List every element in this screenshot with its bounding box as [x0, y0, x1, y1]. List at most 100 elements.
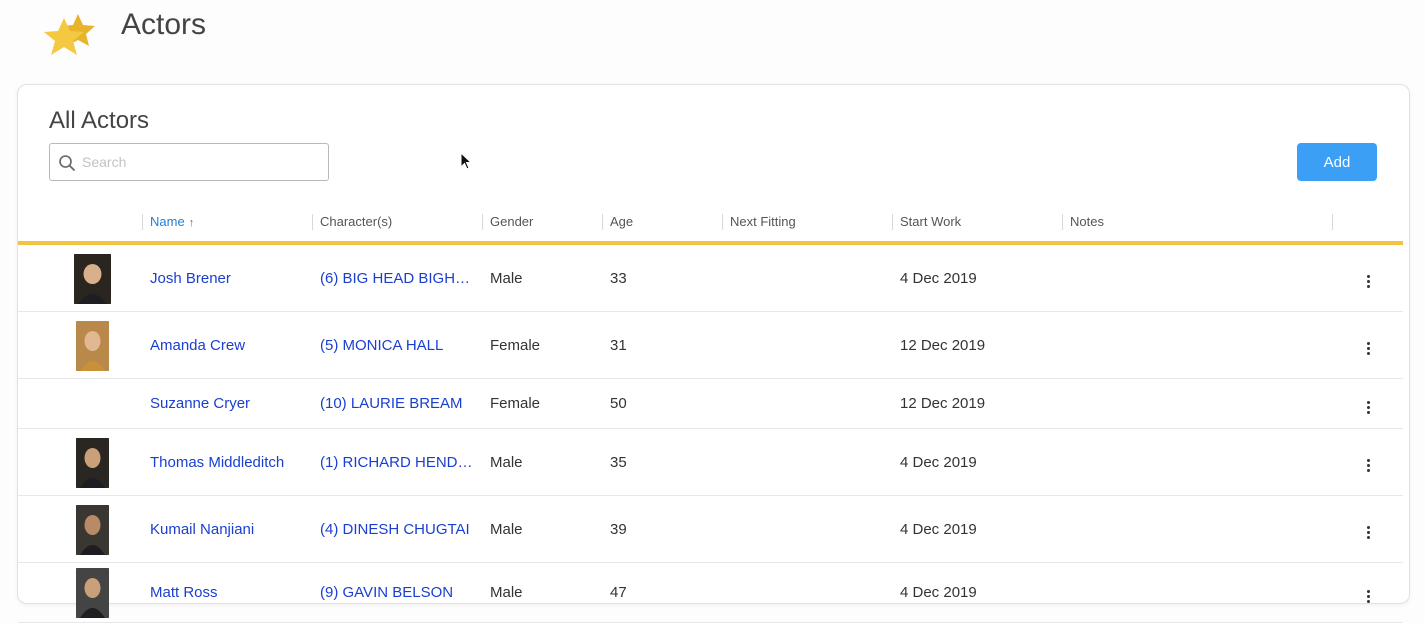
actor-name-cell: Thomas Middleditch: [150, 429, 310, 495]
gender-cell: Female: [490, 336, 541, 354]
card-title: All Actors: [49, 107, 150, 134]
avatar: [76, 504, 109, 555]
actor-name-link[interactable]: Josh Brener: [150, 270, 310, 287]
start-work-cell: 12 Dec 2019: [900, 395, 986, 412]
column-label: Gender: [490, 214, 534, 229]
start-work-cell: 12 Dec 2019: [900, 379, 1060, 428]
column-header-start-work[interactable]: Start Work: [892, 203, 1062, 241]
character-cell: (5) MONICA HALL: [320, 312, 480, 378]
actor-name-link[interactable]: Kumail Nanjiani: [150, 521, 310, 538]
actor-name-link[interactable]: Thomas Middleditch: [150, 454, 310, 471]
age-cell: 50: [610, 379, 720, 428]
column-label: Name: [150, 214, 185, 229]
next-fitting-cell: [730, 429, 890, 495]
more-options-icon[interactable]: [1358, 272, 1378, 292]
page-title: Actors: [121, 8, 207, 41]
gender-cell: Female: [490, 312, 600, 378]
actor-name-link[interactable]: Amanda Crew: [150, 337, 310, 354]
star-icon: [40, 12, 100, 62]
age-cell: 35: [610, 429, 720, 495]
gender-cell: Male: [490, 563, 600, 622]
gender-cell: Female: [490, 379, 600, 428]
table-row[interactable]: Josh Brener (6) BIG HEAD BIGHETTI Male 33 4 …: [18, 245, 1403, 312]
column-label: Next Fitting: [730, 214, 796, 229]
column-label: Notes: [1070, 214, 1104, 229]
more-options-icon[interactable]: [1358, 339, 1378, 359]
add-button[interactable]: Add: [1297, 143, 1377, 181]
more-options-icon[interactable]: [1358, 456, 1378, 476]
gender-cell: Male: [490, 453, 523, 471]
character-link[interactable]: (5) MONICA HALL: [320, 337, 480, 354]
more-options-icon[interactable]: [1358, 586, 1378, 606]
start-work-cell: 4 Dec 2019: [900, 563, 1060, 622]
character-cell: (4) DINESH CHUGTAI: [320, 496, 480, 562]
actors-card: All Actors Add Name↑ Character(s) Gender…: [17, 84, 1410, 623]
column-header-next-fitting[interactable]: Next Fitting: [722, 203, 892, 241]
next-fitting-cell: [730, 496, 890, 562]
gender-cell: Female: [490, 395, 541, 412]
table-row[interactable]: Thomas Middleditch (1) RICHARD HENDRI… Mal…: [18, 429, 1403, 496]
search-box: [49, 143, 329, 181]
avatar: [76, 437, 109, 488]
column-label: Age: [610, 214, 634, 229]
start-work-cell: 4 Dec 2019: [900, 245, 1060, 311]
gender-cell: Male: [490, 520, 523, 538]
gender-cell: Male: [490, 429, 600, 495]
column-label: Start Work: [900, 214, 962, 229]
character-link[interactable]: (1) RICHARD HENDRI…: [320, 454, 480, 471]
gender-cell: Male: [490, 245, 600, 311]
start-work-cell: 4 Dec 2019: [900, 584, 977, 601]
more-options-icon[interactable]: [1358, 523, 1378, 543]
actor-name-cell: Kumail Nanjiani: [150, 496, 310, 562]
actor-name-cell: Suzanne Cryer: [150, 379, 310, 428]
start-work-cell: 4 Dec 2019: [900, 520, 977, 538]
avatar: [74, 253, 111, 304]
age-cell: 35: [610, 453, 627, 471]
notes-cell: [1070, 245, 1330, 311]
age-cell: 33: [610, 245, 720, 311]
table-row[interactable]: Kumail Nanjiani (4) DINESH CHUGTAI Male 39 4…: [18, 496, 1403, 563]
next-fitting-cell: [730, 312, 890, 378]
column-header-age[interactable]: Age: [602, 203, 722, 241]
column-header-actions: [1332, 203, 1402, 241]
character-link[interactable]: (4) DINESH CHUGTAI: [320, 521, 480, 538]
table-row[interactable]: Amanda Crew (5) MONICA HALL Female 31 12 Dec…: [18, 312, 1403, 379]
age-cell: 31: [610, 336, 627, 354]
column-label: Character(s): [320, 214, 393, 229]
character-cell: (9) GAVIN BELSON: [320, 563, 480, 622]
start-work-cell: 4 Dec 2019: [900, 453, 977, 471]
age-cell: 50: [610, 395, 627, 412]
column-header-gender[interactable]: Gender: [482, 203, 602, 241]
age-cell: 33: [610, 269, 627, 287]
search-input[interactable]: [82, 144, 322, 180]
notes-cell: [1070, 563, 1330, 622]
table-row[interactable]: Suzanne Cryer (10) LAURIE BREAM Female 50 12…: [18, 379, 1403, 429]
character-cell: (6) BIG HEAD BIGHETTI: [320, 245, 480, 311]
age-cell: 31: [610, 312, 720, 378]
start-work-cell: 4 Dec 2019: [900, 269, 977, 287]
column-header-name[interactable]: Name ↑: [142, 203, 312, 241]
age-cell: 47: [610, 584, 627, 601]
start-work-cell: 4 Dec 2019: [900, 496, 1060, 562]
notes-cell: [1070, 496, 1330, 562]
table-row[interactable]: Matt Ross (9) GAVIN BELSON Male 47 4 Dec 201…: [18, 563, 1403, 623]
character-link[interactable]: (9) GAVIN BELSON: [320, 584, 480, 601]
actor-name-link[interactable]: Suzanne Cryer: [150, 395, 310, 412]
actor-name-link[interactable]: Matt Ross: [150, 584, 310, 601]
column-header-characters[interactable]: Character(s): [312, 203, 482, 241]
start-work-cell: 4 Dec 2019: [900, 429, 1060, 495]
character-link[interactable]: (10) LAURIE BREAM: [320, 395, 480, 412]
character-cell: (10) LAURIE BREAM: [320, 379, 480, 428]
age-cell: 39: [610, 520, 627, 538]
mouse-cursor-icon: [460, 152, 473, 170]
actor-name-cell: Amanda Crew: [150, 312, 310, 378]
actor-name-cell: Matt Ross: [150, 563, 310, 622]
notes-cell: [1070, 379, 1330, 428]
page-header: Actors: [0, 0, 1425, 80]
more-options-icon[interactable]: [1358, 397, 1378, 417]
next-fitting-cell: [730, 563, 890, 622]
column-header-notes[interactable]: Notes: [1062, 203, 1332, 241]
gender-cell: Male: [490, 496, 600, 562]
start-work-cell: 12 Dec 2019: [900, 312, 1060, 378]
character-link[interactable]: (6) BIG HEAD BIGHETTI: [320, 270, 480, 287]
